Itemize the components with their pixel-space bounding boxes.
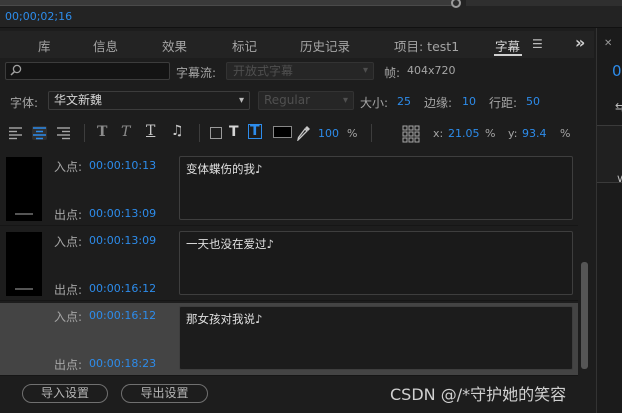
italic-icon[interactable]: T <box>121 124 130 140</box>
timeline-scrollbar[interactable] <box>0 0 455 6</box>
tab-project[interactable]: 项目: test1 <box>394 36 459 55</box>
out-point-label: 出点: <box>54 208 83 222</box>
caption-stream-label: 字幕流: <box>176 66 217 80</box>
x-position-unit: % <box>485 127 496 140</box>
caption-row[interactable]: 入点: 00:00:10:13 出点: 00:00:13:09 变体蝶伤的我♪ <box>0 153 578 226</box>
edge-label: 边缘: <box>424 96 453 110</box>
position-grid-icon[interactable] <box>402 125 420 143</box>
caption-row[interactable]: 入点: 00:00:13:09 出点: 00:00:16:12 一天也没在爱过♪ <box>0 228 578 301</box>
font-size-label: 大小: <box>360 96 389 110</box>
adjacent-panel-control-icon[interactable]: ⇆ <box>615 100 622 114</box>
toolbar-divider <box>84 124 85 142</box>
in-point-time[interactable]: 00:00:13:09 <box>89 234 156 247</box>
chevron-down-icon: ▾ <box>342 95 348 106</box>
in-point-time[interactable]: 00:00:10:13 <box>89 159 156 172</box>
adjacent-panel: ✕ 0 ⇆ ∨ <box>596 28 622 413</box>
timeline-strip: 00;00;02;16 <box>0 0 622 28</box>
watermark: CSDN @/*守护她的笑容 <box>390 385 567 404</box>
timeline-scroll-handle[interactable] <box>451 0 461 8</box>
panel-menu-icon[interactable]: ☰ <box>532 37 543 51</box>
caption-thumbnail <box>6 157 42 221</box>
playhead-timecode[interactable]: 00;00;02;16 <box>5 10 72 23</box>
in-point-label: 入点: <box>54 310 83 324</box>
eyedropper-icon[interactable] <box>297 125 311 141</box>
font-style-select: Regular ▾ <box>258 91 354 110</box>
text-color-icon[interactable]: T <box>229 124 239 140</box>
close-icon[interactable]: ✕ <box>604 38 612 49</box>
font-size-value[interactable]: 25 <box>397 95 411 108</box>
out-point-time[interactable]: 00:00:18:23 <box>89 357 156 370</box>
scrollbar-thumb[interactable] <box>581 262 588 369</box>
chevron-down-icon: ▾ <box>362 65 368 76</box>
caption-text-field[interactable]: 变体蝶伤的我♪ <box>179 156 573 220</box>
out-point-label: 出点: <box>54 358 83 372</box>
timeline-track-right <box>466 0 622 6</box>
x-position-label: x: <box>433 127 444 140</box>
tab-libraries[interactable]: 库 <box>38 36 51 55</box>
tab-history[interactable]: 历史记录 <box>300 36 350 55</box>
caption-text-field[interactable]: 一天也没在爱过♪ <box>179 231 573 295</box>
line-spacing-label: 行距: <box>489 96 518 110</box>
out-point-time[interactable]: 00:00:13:09 <box>89 207 156 220</box>
chevron-icon[interactable]: ∨ <box>616 172 622 185</box>
text-edge-color-icon[interactable]: T <box>248 124 262 139</box>
toolbar-divider <box>199 124 200 142</box>
search-input[interactable] <box>5 62 170 80</box>
frame-size-label: 帧: <box>384 66 401 80</box>
tab-info[interactable]: 信息 <box>93 36 118 55</box>
frame-size-value: 404x720 <box>407 64 456 77</box>
caption-list: 入点: 00:00:10:13 出点: 00:00:13:09 变体蝶伤的我♪ … <box>0 153 578 376</box>
tab-overflow-icon[interactable]: » <box>575 33 585 52</box>
toolbar-divider <box>371 124 372 142</box>
active-tab-indicator <box>494 54 522 56</box>
panel-tab-bar: 库 信息 效果 标记 历史记录 项目: test1 字幕 ☰ » <box>0 31 594 58</box>
line-spacing-value[interactable]: 50 <box>526 95 540 108</box>
align-left-icon[interactable] <box>8 126 23 140</box>
caption-thumbnail <box>6 232 42 296</box>
chevron-down-icon: ▾ <box>238 95 244 106</box>
caption-text: 变体蝶伤的我♪ <box>186 162 263 176</box>
y-position-value[interactable]: 93.4 <box>522 127 547 140</box>
caption-text: 一天也没在爱过♪ <box>186 237 274 251</box>
out-point-label: 出点: <box>54 283 83 297</box>
font-style-value: Regular <box>264 93 311 107</box>
in-point-time[interactable]: 00:00:16:12 <box>89 309 156 322</box>
search-icon <box>10 64 22 76</box>
underline-icon[interactable]: T <box>146 123 155 139</box>
out-point-time[interactable]: 00:00:16:12 <box>89 282 156 295</box>
caption-text: 那女孩对我说♪ <box>186 312 263 326</box>
import-settings-button[interactable]: 导入设置 <box>22 384 108 403</box>
align-center-icon[interactable] <box>32 126 47 140</box>
export-settings-button[interactable]: 导出设置 <box>121 384 208 403</box>
align-right-icon[interactable] <box>56 126 71 140</box>
y-position-unit: % <box>560 127 571 140</box>
opacity-value[interactable]: 100 <box>318 127 339 140</box>
caption-stream-value: 开放式字幕 <box>233 64 294 78</box>
font-family-select[interactable]: 华文新魏 ▾ <box>48 91 250 110</box>
background-color-icon[interactable] <box>210 127 222 139</box>
bold-icon[interactable]: T <box>97 124 107 140</box>
in-point-label: 入点: <box>54 160 83 174</box>
tab-captions[interactable]: 字幕 <box>495 36 520 55</box>
adjacent-panel-value: 0 <box>612 62 622 80</box>
color-swatch[interactable] <box>273 126 292 138</box>
font-family-value: 华文新魏 <box>54 93 103 107</box>
x-position-value[interactable]: 21.05 <box>448 127 480 140</box>
tab-markers[interactable]: 标记 <box>232 36 257 55</box>
caption-text-field[interactable]: 那女孩对我说♪ <box>179 306 573 370</box>
edge-value[interactable]: 10 <box>462 95 476 108</box>
caption-stream-select: 开放式字幕 ▾ <box>226 62 374 80</box>
music-note-icon[interactable]: ♫ <box>171 123 184 139</box>
caption-row-selected[interactable]: 入点: 00:00:16:12 出点: 00:00:18:23 那女孩对我说♪ <box>0 303 578 376</box>
y-position-label: y: <box>508 127 518 140</box>
opacity-unit: % <box>347 127 358 140</box>
in-point-label: 入点: <box>54 235 83 249</box>
tab-effects[interactable]: 效果 <box>162 36 187 55</box>
font-label: 字体: <box>10 96 39 110</box>
